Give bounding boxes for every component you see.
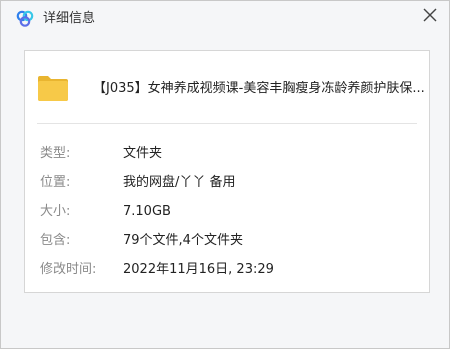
modified-value: 2022年11月16日, 23:29 <box>123 262 274 277</box>
title-bar: 详细信息 <box>1 1 449 37</box>
location-value: 我的网盘/丫丫 备用 <box>123 175 236 190</box>
close-icon[interactable] <box>419 4 441 26</box>
location-label: 位置: <box>40 175 71 190</box>
size-value: 7.10GB <box>123 204 171 219</box>
folder-icon <box>38 76 68 101</box>
file-name: 【J035】女神养成视频课-美容丰胸瘦身冻龄养颜护肤保... <box>93 81 425 96</box>
divider <box>37 123 417 124</box>
contains-label: 包含: <box>40 233 71 248</box>
details-panel: 【J035】女神养成视频课-美容丰胸瘦身冻龄养颜护肤保... 类型: 文件夹 位… <box>24 50 430 293</box>
contains-value: 79个文件,4个文件夹 <box>123 233 243 248</box>
detail-row-modified: 修改时间: 2022年11月16日, 23:29 <box>40 261 420 279</box>
detail-row-location: 位置: 我的网盘/丫丫 备用 <box>40 174 420 192</box>
detail-row-size: 大小: 7.10GB <box>40 203 420 221</box>
detail-row-contains: 包含: 79个文件,4个文件夹 <box>40 232 420 250</box>
detail-row-type: 类型: 文件夹 <box>40 145 420 163</box>
type-value: 文件夹 <box>123 146 163 161</box>
modified-label: 修改时间: <box>40 262 97 277</box>
type-label: 类型: <box>40 146 71 161</box>
size-label: 大小: <box>40 204 71 219</box>
details-dialog: 详细信息 【J035】女神养成视频课-美容丰胸瘦身冻龄养颜护肤保... 类型: … <box>0 0 450 349</box>
dialog-title: 详细信息 <box>43 11 96 26</box>
cloud-logo-icon <box>16 10 34 27</box>
